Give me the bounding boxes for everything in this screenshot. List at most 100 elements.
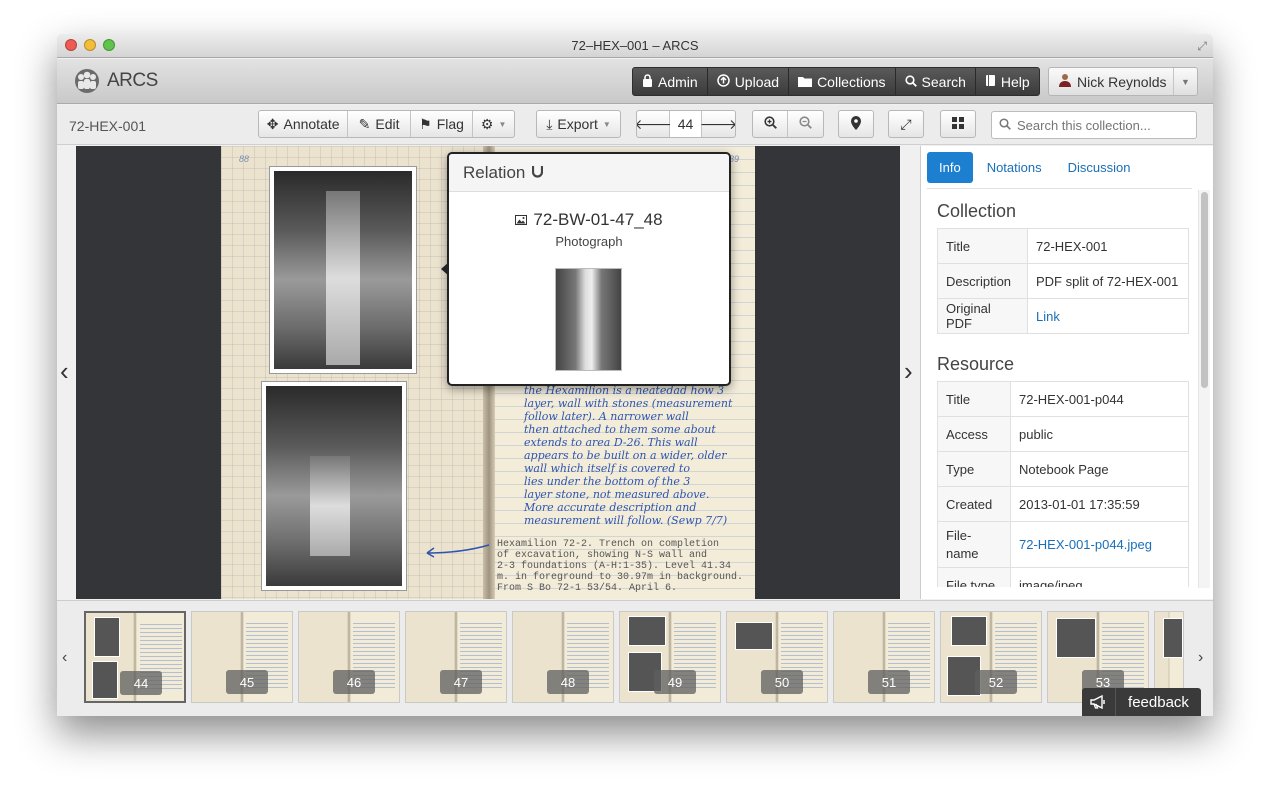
annotate-button[interactable]: ✥ Annotate	[259, 111, 349, 137]
grid-icon	[952, 116, 964, 132]
relation-popover: Relation 72-BW-01-47_48 Photograph	[441, 152, 731, 386]
magnet-icon	[532, 163, 544, 183]
main-nav: Admin Upload Collections Search Help	[632, 67, 1040, 96]
zoom-in-button[interactable]	[753, 111, 789, 137]
megaphone-icon	[1082, 688, 1116, 716]
table-key: Description	[937, 263, 1028, 299]
photo-image	[266, 386, 402, 586]
window-title: 72–HEX–001 – ARCS	[571, 38, 699, 53]
zoom-out-button[interactable]	[788, 111, 823, 137]
arrow-right-icon: 🡒	[699, 115, 736, 132]
page-thumbnail[interactable]: 48	[512, 611, 614, 703]
related-resource-thumbnail[interactable]	[555, 268, 622, 371]
search-input[interactable]	[1017, 117, 1187, 133]
resource-heading: Resource	[937, 354, 1015, 374]
tab-notations[interactable]: Notations	[975, 152, 1054, 183]
page-thumbnail[interactable]: 49	[619, 611, 721, 703]
expand-icon: ⤢	[900, 115, 912, 132]
arcs-logo[interactable]: ARCS	[71, 67, 158, 95]
sidebar-scrollbar[interactable]	[1198, 190, 1210, 588]
fullscreen-icon[interactable]: ⤢	[1197, 39, 1207, 54]
export-button[interactable]: ⤓ Export ▼	[536, 110, 621, 138]
previous-resource-arrow[interactable]: ‹	[60, 356, 69, 387]
chevron-down-icon[interactable]: ▼	[1173, 68, 1197, 95]
info-panel: Collection Title 72-HEX-001 Description …	[937, 189, 1192, 587]
trench-photo-bottom[interactable]	[261, 381, 407, 591]
search-icon	[904, 74, 917, 90]
user-menu-button[interactable]: Nick Reynolds ▼	[1048, 67, 1198, 96]
logo-text: ARCS	[107, 70, 158, 91]
table-key: Title	[937, 381, 1011, 417]
handwriting-line: More accurate description and	[524, 501, 697, 514]
nav-collections-button[interactable]: Collections	[789, 68, 896, 95]
scrollbar-thumb[interactable]	[1201, 192, 1208, 388]
upload-icon	[716, 73, 730, 90]
flag-button[interactable]: ⚑ Flag	[411, 111, 474, 137]
filmstrip-prev-arrow[interactable]: ‹	[62, 649, 67, 667]
filmstrip-next-arrow[interactable]: ›	[1198, 649, 1203, 667]
handwriting-line: measurement will follow. (Sewp 7/7)	[524, 514, 728, 527]
grid-view-button[interactable]	[940, 110, 976, 138]
edit-button[interactable]: ✎ Edit	[348, 111, 411, 137]
page-thumbnail[interactable]: 44	[84, 611, 186, 703]
page-thumbnail[interactable]: 46	[298, 611, 400, 703]
resource-toolbar: 72-HEX-001 ✥ Annotate ✎ Edit ⚑ Flag ⚙ ▼ …	[57, 105, 1213, 145]
related-resource-type: Photograph	[555, 234, 623, 249]
page-thumbnail[interactable]: 45	[191, 611, 293, 703]
file-name-link[interactable]: 72-HEX-001-p044.jpeg	[1010, 521, 1189, 568]
page-thumbnail[interactable]: 50	[726, 611, 828, 703]
table-row: Access public	[937, 416, 1189, 452]
nav-help-button[interactable]: Help	[976, 68, 1039, 95]
image-icon	[515, 210, 528, 230]
caption-line: of excavation, showing N-S wall and	[497, 550, 708, 561]
page-thumbnail[interactable]: 52	[940, 611, 1042, 703]
caption-line: 2-3 foundations (A-H:1-35). Level 41.34	[497, 561, 732, 572]
handwriting-line: layer stone, not measured above.	[524, 488, 710, 501]
page-number-field[interactable]: 44	[670, 111, 702, 137]
thumb-photo	[94, 617, 120, 657]
related-resource-link[interactable]: 72-BW-01-47_48	[449, 210, 729, 230]
collection-table: Title 72-HEX-001 Description PDF split o…	[937, 228, 1189, 334]
handwriting-line: extends to area D-26. This wall	[524, 436, 698, 449]
metadata-sidebar: Info Notations Discussion Collection Tit…	[920, 146, 1213, 599]
nav-upload-button[interactable]: Upload	[708, 68, 790, 95]
left-page-number: 88	[239, 154, 250, 164]
previous-page-button[interactable]: 🡐	[637, 111, 672, 137]
thumb-page-number: 51	[868, 670, 910, 694]
location-button[interactable]	[838, 110, 874, 138]
table-row: File type image/jpeg	[937, 567, 1189, 587]
settings-dropdown-button[interactable]: ⚙ ▼	[473, 111, 514, 137]
image-canvas[interactable]: 88 89 the Hexamilion is a neatedad how 3…	[76, 146, 900, 599]
handwriting-line: wall which itself is covered to	[524, 462, 690, 475]
tab-info[interactable]: Info	[927, 152, 973, 183]
original-pdf-link[interactable]: Link	[1027, 298, 1189, 334]
next-resource-arrow[interactable]: ›	[904, 356, 913, 387]
user-name-area[interactable]: Nick Reynolds	[1049, 73, 1173, 90]
tab-discussion[interactable]: Discussion	[1056, 152, 1143, 183]
folder-icon	[798, 74, 813, 90]
flag-label: Flag	[436, 116, 464, 132]
table-row: Title 72-HEX-001	[937, 228, 1189, 264]
next-page-button[interactable]: 🡒	[699, 111, 736, 137]
page-thumbnail[interactable]: 51	[833, 611, 935, 703]
nav-search-button[interactable]: Search	[896, 68, 976, 95]
table-value: public	[1010, 416, 1189, 452]
table-value: 72-HEX-001	[1027, 228, 1189, 264]
search-icon	[999, 117, 1011, 133]
nav-admin-button[interactable]: Admin	[633, 68, 708, 95]
table-key: File-name	[937, 521, 1011, 568]
resource-viewer: ‹ 88 89 the Hexamilion is a neatedad how…	[57, 146, 919, 599]
feedback-button[interactable]: feedback	[1082, 688, 1201, 716]
trench-photo-top[interactable]	[269, 166, 417, 374]
nav-collections-label: Collections	[817, 73, 886, 90]
thumb-page-number: 49	[654, 670, 696, 694]
collection-search[interactable]	[991, 111, 1197, 139]
thumb-page-number: 46	[333, 670, 375, 694]
resource-table: Title 72-HEX-001-p044 Access public Type…	[937, 381, 1189, 587]
thumb-photo	[92, 661, 118, 699]
page-thumbnail[interactable]: 47	[405, 611, 507, 703]
feedback-label: feedback	[1128, 693, 1189, 711]
zoom-out-icon	[799, 116, 812, 132]
fullscreen-button[interactable]: ⤢	[888, 110, 924, 138]
caption-line: Hexamilion 72-2. Trench on completion	[497, 539, 720, 550]
